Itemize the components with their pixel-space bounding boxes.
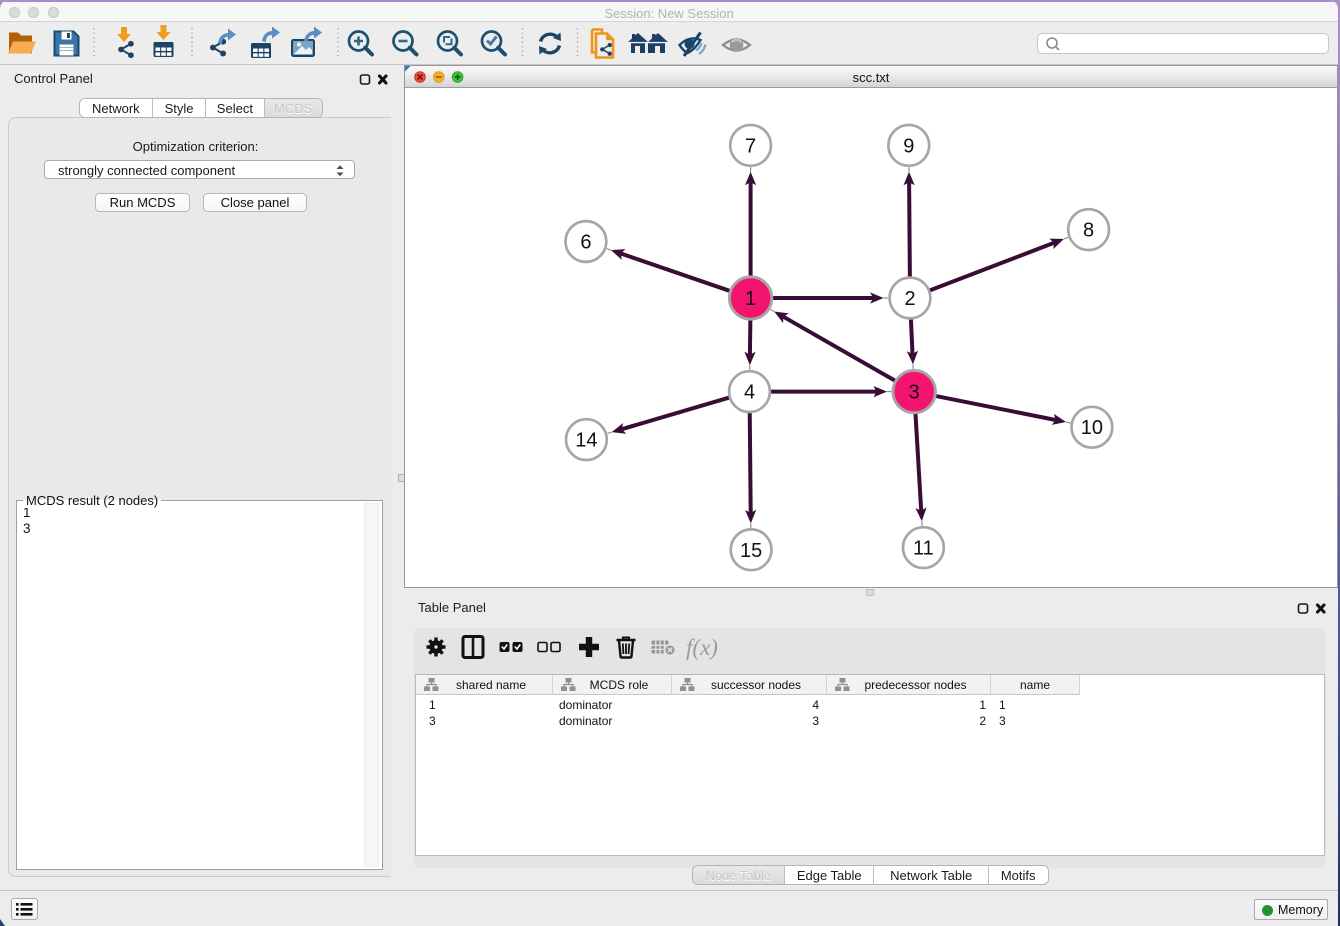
svg-text:f(x): f(x) bbox=[686, 635, 718, 660]
